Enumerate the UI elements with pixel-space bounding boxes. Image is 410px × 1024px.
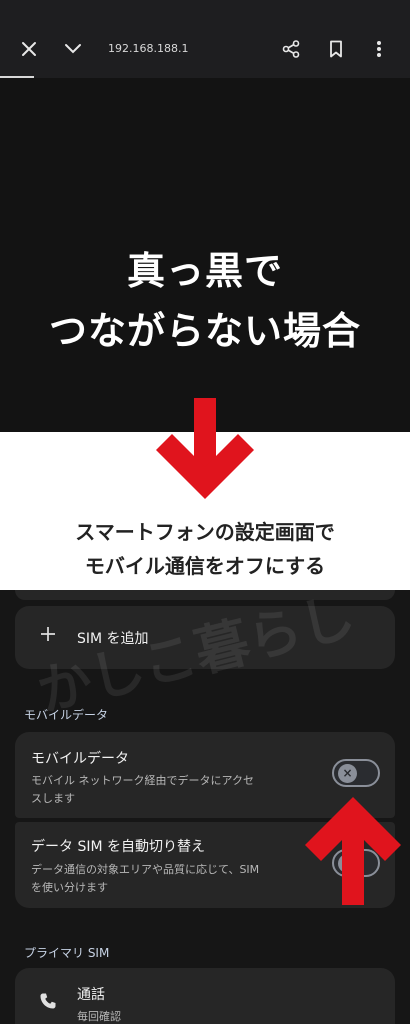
hero-panel: 真っ黒で つながらない場合 (0, 78, 410, 432)
hero-title-line2: つながらない場合 (48, 309, 361, 353)
primary-sim-section-header: プライマリ SIM (24, 946, 110, 960)
down-arrow-icon (156, 398, 254, 499)
url-text[interactable]: 192.168.188.1 (108, 42, 188, 55)
close-icon[interactable] (14, 34, 44, 64)
mobile-data-summary-line1: モバイル ネットワーク経由でデータにアクセ (31, 774, 254, 787)
hero-title-line1: 真っ黒で (126, 249, 283, 293)
calls-summary: 毎回確認 (77, 1010, 121, 1023)
chevron-down-icon[interactable] (58, 34, 88, 64)
more-vert-icon[interactable] (364, 34, 394, 64)
up-arrow-icon (305, 797, 401, 905)
caption-line1: スマートフォンの設定画面で (75, 520, 335, 544)
mobile-data-summary-line2: スします (31, 792, 75, 805)
browser-toolbar: 192.168.188.1 (0, 0, 410, 78)
mobile-data-toggle[interactable]: × (332, 759, 380, 787)
bookmark-icon[interactable] (321, 34, 351, 64)
auto-switch-summary-line1: データ通信の対象エリアや品質に応じて、SIM (31, 863, 260, 876)
calls-setting[interactable]: 通話 毎回確認 (15, 968, 395, 1024)
phone-icon (39, 992, 57, 1014)
share-icon[interactable] (276, 34, 306, 64)
calls-title: 通話 (77, 987, 105, 1003)
auto-switch-summary-line2: を使い分けます (31, 881, 108, 894)
auto-switch-title: データ SIM を自動切り替え (31, 839, 205, 855)
screen: 192.168.188.1 真っ黒で つながらない場合 スマートフォンの設定画面… (0, 0, 410, 1024)
toggle-off-icon: × (338, 764, 357, 783)
mobile-data-title: モバイルデータ (31, 751, 129, 767)
